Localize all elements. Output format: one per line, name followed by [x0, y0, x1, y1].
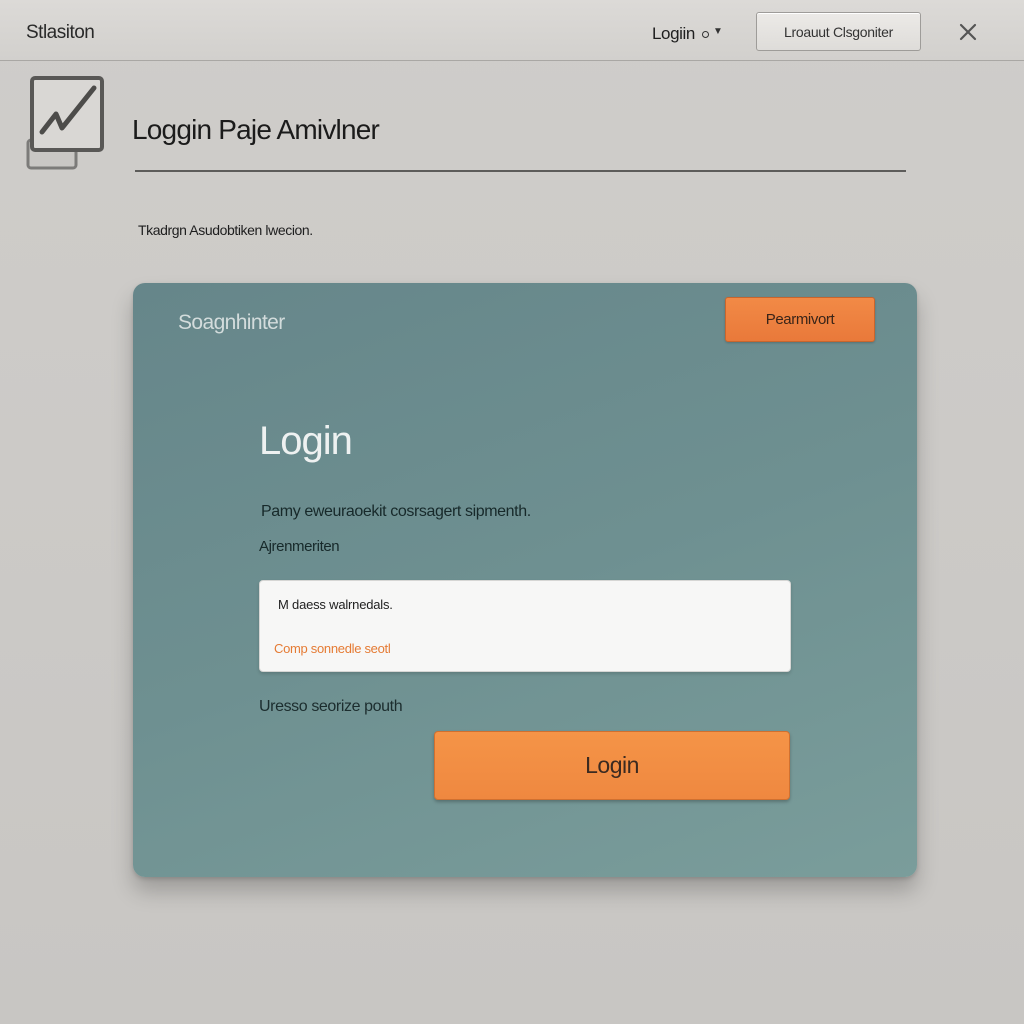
- top-bar: Stlasiton Logiin ▼ Lroauut Clsgoniter: [0, 0, 1024, 61]
- helper-text: Uresso seorize pouth: [259, 698, 403, 715]
- top-action-button[interactable]: Lroauut Clsgoniter: [756, 12, 921, 51]
- status-dot-icon: [701, 30, 709, 38]
- close-button[interactable]: [956, 20, 980, 44]
- page-subtitle: Tkadrgn Asudobtiken lwecion.: [138, 222, 313, 238]
- app-title: Stlasiton: [26, 22, 95, 43]
- close-icon: [959, 23, 977, 41]
- login-card: Soagnhinter Pearmivort Login Pamy eweura…: [133, 283, 917, 877]
- login-heading: Login: [259, 419, 353, 463]
- login-menu[interactable]: Logiin ▼: [652, 24, 723, 44]
- login-menu-label: Logiin: [652, 24, 695, 43]
- chevron-down-icon: ▼: [712, 25, 723, 37]
- login-button[interactable]: Login: [434, 731, 790, 800]
- card-brand: Soagnhinter: [178, 311, 285, 334]
- field-hint: Comp sonnedle seotl: [274, 641, 391, 656]
- login-description: Pamy eweuraoekit cosrsagert sipmenth.: [261, 503, 531, 520]
- card-top-button[interactable]: Pearmivort: [725, 297, 875, 342]
- field-label: Ajrenmeriten: [259, 538, 340, 555]
- checkbox-check-icon: [26, 76, 104, 170]
- credentials-field[interactable]: M daess walrnedals. Comp sonnedle seotl: [259, 580, 791, 672]
- field-value: M daess walrnedals.: [278, 597, 393, 612]
- title-divider: [135, 170, 906, 172]
- page-title: Loggin Paje Amivlner: [132, 114, 380, 145]
